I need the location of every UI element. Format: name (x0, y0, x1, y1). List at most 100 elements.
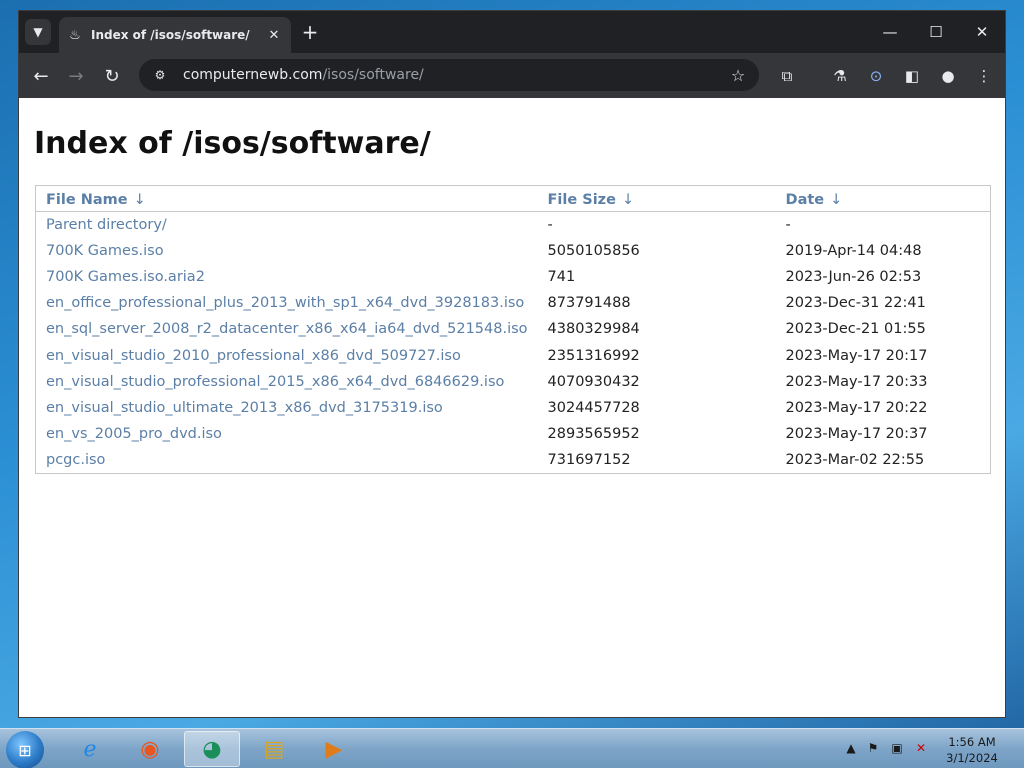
internet-explorer-icon: ℯ (83, 736, 97, 762)
labs-flask-icon[interactable]: ⚗ (829, 65, 851, 87)
file-size: 5050105856 (547, 242, 640, 259)
file-link[interactable]: en_visual_studio_2010_professional_x86_d… (36, 342, 538, 368)
close-window-button[interactable]: ✕ (959, 19, 1005, 45)
file-size: 731697152 (547, 452, 631, 469)
firefox-taskbar-button[interactable]: ◉ (122, 731, 178, 767)
download-icon[interactable]: ⊙ (865, 65, 887, 87)
url-host: computernewb.com (183, 67, 323, 83)
chevron-down-icon: ▼ (33, 25, 43, 39)
table-row: pcgc.iso 731697152 2023-Mar-02 22:55 (36, 447, 991, 473)
file-date: - (785, 216, 791, 233)
reload-button[interactable]: ↻ (98, 62, 126, 90)
address-bar[interactable]: ⚙ computernewb.com/isos/software/ ☆ (139, 59, 759, 91)
file-link[interactable]: en_office_professional_plus_2013_with_sp… (36, 290, 538, 316)
file-listing-table: File Name ↓ File Size ↓ Date ↓ Parent direc… (35, 185, 991, 474)
tab-title: Index of /isos/software/ (91, 28, 250, 42)
forward-button[interactable]: → (62, 62, 90, 90)
show-hidden-icons-button[interactable]: ▲ (842, 739, 860, 757)
action-center-flag-icon[interactable]: ⚑ (864, 739, 882, 757)
tab-active[interactable]: ♨ Index of /isos/software/ ✕ (59, 17, 291, 53)
forward-arrow-icon: → (68, 65, 84, 87)
back-button[interactable]: ← (27, 62, 55, 90)
column-header-date[interactable]: Date ↓ (775, 185, 991, 212)
page-content: Index of /isos/software/ File Name ↓ File… (19, 98, 1005, 717)
file-size: 2893565952 (547, 426, 640, 443)
file-size: - (547, 216, 553, 233)
site-info-icon[interactable]: ⚙ (149, 64, 171, 86)
file-date: 2023-May-17 20:17 (785, 347, 928, 364)
file-size: 4380329984 (547, 321, 640, 338)
file-date: 2023-May-17 20:22 (785, 399, 928, 416)
minimize-button[interactable]: — (867, 19, 913, 45)
windows-logo-icon: ⊞ (18, 740, 32, 760)
page-title: Index of /isos/software/ (34, 126, 431, 161)
maximize-button[interactable]: ☐ (913, 19, 959, 45)
column-header-label: Date (785, 192, 825, 208)
table-row: en_office_professional_plus_2013_with_sp… (36, 290, 991, 316)
column-header-file-name[interactable]: File Name ↓ (35, 185, 538, 212)
file-size: 4070930432 (547, 373, 640, 390)
file-date: 2023-May-17 20:37 (785, 426, 928, 443)
bookmark-star-icon[interactable]: ☆ (727, 64, 749, 86)
extensions-icon[interactable]: ⧉ (776, 65, 798, 87)
taskbar-clock[interactable]: 1:56 AM 3/1/2024 (936, 734, 1008, 766)
file-link[interactable]: en_vs_2005_pro_dvd.iso (36, 421, 538, 447)
file-link[interactable]: pcgc.iso (36, 447, 538, 473)
file-link[interactable]: Parent directory/ (36, 212, 538, 238)
table-row: en_sql_server_2008_r2_datacenter_x86_x64… (36, 316, 991, 342)
url-path: /isos/software/ (322, 67, 424, 83)
file-date: 2023-May-17 20:33 (785, 373, 928, 390)
tab-search-button[interactable]: ▼ (25, 19, 51, 45)
file-link[interactable]: 700K Games.iso.aria2 (36, 264, 538, 290)
file-date: 2023-Dec-21 01:55 (785, 321, 926, 338)
table-row: 700K Games.iso.aria2 741 2023-Jun-26 02:… (36, 264, 991, 290)
file-explorer-taskbar-button[interactable]: ▤ (246, 731, 302, 767)
volume-muted-icon[interactable]: ✕ (912, 739, 930, 757)
reload-icon: ↻ (104, 65, 120, 87)
folder-icon: ▤ (263, 736, 285, 762)
media-player-icon: ▶ (325, 736, 343, 762)
table-row: 700K Games.iso 5050105856 2019-Apr-14 04… (36, 238, 991, 264)
start-button[interactable]: ⊞ (6, 731, 44, 768)
file-size: 873791488 (547, 295, 631, 312)
browser-toolbar: ← → ↻ ⚙ computernewb.com/isos/software/ … (19, 53, 1005, 98)
profile-avatar-icon[interactable]: ● (937, 65, 959, 87)
new-tab-button[interactable]: + (299, 22, 321, 44)
chromium-icon: ◕ (202, 736, 222, 762)
file-link[interactable]: en_visual_studio_ultimate_2013_x86_dvd_3… (36, 395, 538, 421)
table-row: en_visual_studio_2010_professional_x86_d… (36, 342, 991, 368)
file-date: 2023-Mar-02 22:55 (785, 452, 925, 469)
browser-window: ▼ ♨ Index of /isos/software/ ✕ + — ☐ ✕ ←… (18, 10, 1006, 718)
favicon-icon: ♨ (69, 27, 81, 43)
side-panel-icon[interactable]: ◧ (901, 65, 923, 87)
tab-strip: ▼ ♨ Index of /isos/software/ ✕ + — ☐ ✕ (19, 11, 1005, 53)
chrome-taskbar-button[interactable]: ◕ (184, 731, 240, 767)
file-link[interactable]: en_sql_server_2008_r2_datacenter_x86_x64… (36, 316, 538, 342)
firefox-icon: ◉ (140, 736, 160, 762)
column-header-label: File Size (547, 192, 616, 208)
file-date: 2023-Dec-31 22:41 (785, 295, 926, 312)
clock-time: 1:56 AM (948, 735, 996, 749)
internet-explorer-taskbar-button[interactable]: ℯ (62, 731, 118, 767)
file-size: 3024457728 (547, 399, 640, 416)
sort-arrow-icon: ↓ (133, 192, 146, 208)
column-header-label: File Name (46, 192, 128, 208)
media-player-taskbar-button[interactable]: ▶ (306, 731, 362, 767)
column-header-file-size[interactable]: File Size ↓ (537, 185, 776, 212)
more-menu-icon[interactable]: ⋮ (973, 65, 995, 87)
file-link[interactable]: 700K Games.iso (36, 238, 538, 264)
close-tab-icon[interactable]: ✕ (265, 26, 283, 44)
file-date: 2023-Jun-26 02:53 (785, 268, 922, 285)
file-size: 741 (547, 268, 576, 285)
network-icon[interactable]: ▣ (888, 739, 906, 757)
table-header-row: File Name ↓ File Size ↓ Date ↓ (35, 185, 991, 212)
file-size: 2351316992 (547, 347, 640, 364)
windows-taskbar: ⊞ ℯ ◉ ◕ ▤ ▶ ▲ ⚑ ▣ ✕ 1:56 AM 3/1/2024 (0, 728, 1024, 768)
table-row: en_visual_studio_ultimate_2013_x86_dvd_3… (36, 395, 991, 421)
sort-arrow-icon: ↓ (621, 192, 635, 208)
table-row: en_vs_2005_pro_dvd.iso 2893565952 2023-M… (36, 421, 991, 447)
back-arrow-icon: ← (33, 65, 49, 87)
file-date: 2019-Apr-14 04:48 (785, 242, 922, 259)
url-text[interactable]: computernewb.com/isos/software/ (183, 67, 727, 83)
file-link[interactable]: en_visual_studio_professional_2015_x86_x… (36, 369, 538, 395)
